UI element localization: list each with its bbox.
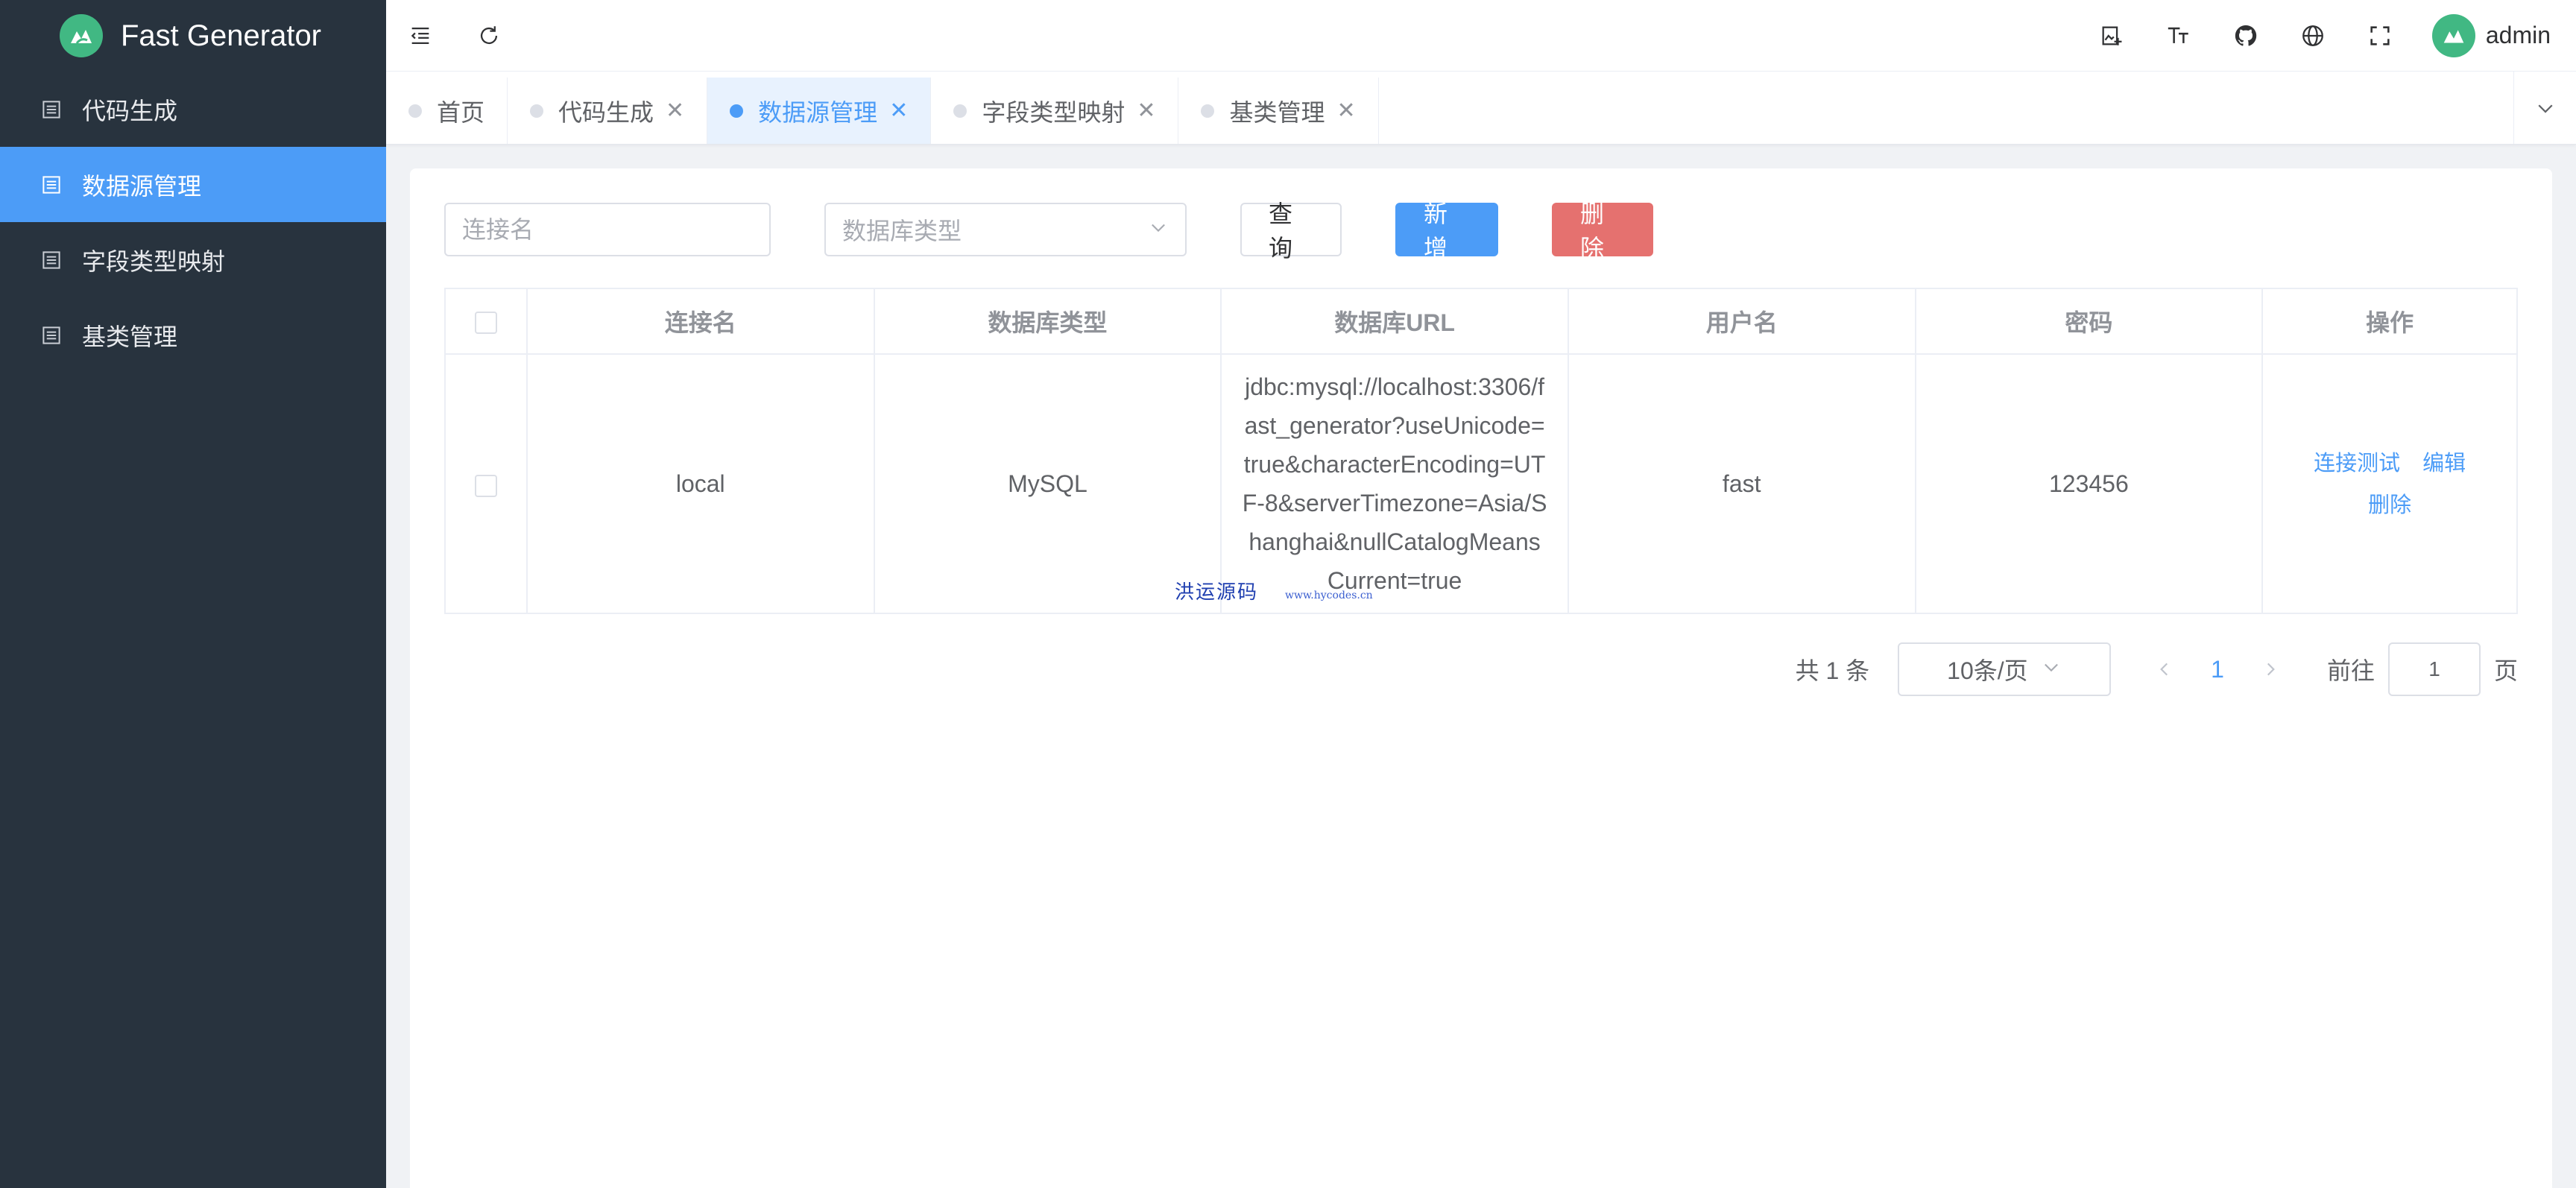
- query-button[interactable]: 查询: [1240, 200, 1342, 262]
- tab-field-type[interactable]: 字段类型映射 ✕: [931, 78, 1179, 144]
- password-cell: 123456: [1914, 353, 2264, 614]
- chevron-left-icon: [2160, 663, 2168, 676]
- tab-datasource[interactable]: 数据源管理 ✕: [707, 78, 932, 144]
- row-checkbox[interactable]: [474, 474, 497, 497]
- sidebar-item-codegen[interactable]: 代码生成: [0, 72, 386, 147]
- db-type-cell: MySQL: [873, 353, 1222, 614]
- pagination-total: 共 1 条: [1795, 657, 1870, 684]
- tab-dot: [408, 104, 422, 118]
- close-icon[interactable]: ✕: [889, 98, 908, 124]
- tab-codegen[interactable]: 代码生成 ✕: [508, 78, 708, 144]
- tab-label: 首页: [437, 98, 485, 126]
- column-header: 数据库URL: [1220, 288, 1569, 355]
- language-globe-icon[interactable]: [2298, 21, 2328, 51]
- edit-link[interactable]: 编辑: [2422, 452, 2466, 475]
- page-suffix: 页: [2493, 657, 2518, 684]
- tab-dot: [730, 104, 744, 118]
- sidebar-item-base-class[interactable]: 基类管理: [0, 297, 386, 373]
- table-header-row: 连接名 数据库类型 数据库URL 用户名 密码 操作: [444, 288, 2518, 355]
- db-type-placeholder: 数据库类型: [842, 218, 962, 244]
- tab-dot: [953, 104, 967, 118]
- image-edit-icon[interactable]: [2097, 21, 2127, 51]
- chevron-right-icon: [2267, 663, 2275, 676]
- username-cell: fast: [1567, 353, 1916, 614]
- chevron-down-icon: [2041, 656, 2062, 683]
- collapse-menu-icon[interactable]: [405, 21, 435, 51]
- test-connection-link[interactable]: 连接测试: [2314, 452, 2400, 475]
- column-header: 数据库类型: [873, 288, 1222, 355]
- goto-page-input[interactable]: [2387, 642, 2481, 696]
- sidebar-item-label: 基类管理: [82, 323, 178, 350]
- tab-dot: [1201, 104, 1215, 118]
- column-header: 用户名: [1567, 288, 1916, 355]
- chevron-down-icon: [2537, 104, 2553, 113]
- table-row: local MySQL jdbc:mysql://localhost:3306/…: [444, 353, 2518, 614]
- watermark: 洪运源码 www.hycodes.cn: [1175, 577, 1373, 604]
- conn-name-input[interactable]: [444, 203, 771, 256]
- add-button[interactable]: 新增: [1395, 200, 1498, 262]
- delete-link[interactable]: 删除: [2368, 493, 2411, 517]
- user-name: admin: [2485, 22, 2551, 48]
- top-header: admin: [386, 0, 2576, 72]
- github-icon[interactable]: [2231, 21, 2261, 51]
- tab-label: 字段类型映射: [982, 98, 1126, 126]
- sidebar: Fast Generator 代码生成 数据源管理 字段类型映射 基类管理: [0, 0, 386, 1188]
- next-page-button[interactable]: [2255, 654, 2285, 684]
- document-icon: [40, 174, 63, 196]
- close-icon[interactable]: ✕: [1337, 98, 1356, 124]
- page-number[interactable]: 1: [2211, 656, 2224, 683]
- watermark-cn: 洪运源码: [1175, 581, 1259, 604]
- prev-page-button[interactable]: [2150, 654, 2179, 684]
- tabs-bar: 首页 代码生成 ✕ 数据源管理 ✕ 字段类型映射 ✕ 基类管理 ✕: [386, 72, 2576, 145]
- search-toolbar: 数据库类型 查询 新增 删除: [444, 200, 1653, 262]
- sidebar-item-label: 数据源管理: [82, 172, 202, 200]
- column-header: 连接名: [525, 288, 875, 355]
- document-icon: [40, 249, 63, 271]
- goto-label: 前往: [2326, 657, 2375, 684]
- sidebar-item-datasource[interactable]: 数据源管理: [0, 147, 386, 222]
- tab-label: 数据源管理: [758, 98, 878, 126]
- pagination: 共 1 条 10条/页 1 前往 页: [1796, 642, 2518, 696]
- font-size-icon[interactable]: [2164, 21, 2194, 51]
- close-icon[interactable]: ✕: [1137, 98, 1155, 124]
- sidebar-item-label: 代码生成: [82, 97, 178, 124]
- page-size-value: 10条/页: [1947, 657, 2028, 684]
- watermark-en: www.hycodes.cn: [1285, 590, 1373, 601]
- tabs-more-button[interactable]: [2513, 72, 2576, 144]
- avatar: [2431, 13, 2475, 57]
- document-icon: [40, 98, 63, 121]
- document-icon: [40, 324, 63, 347]
- row-select-cell: [444, 353, 528, 614]
- select-all-cell: [444, 288, 528, 355]
- actions-cell: 连接测试 编辑 删除: [2261, 353, 2518, 614]
- tab-label: 基类管理: [1229, 98, 1325, 126]
- tab-base-class[interactable]: 基类管理 ✕: [1178, 78, 1379, 144]
- close-icon[interactable]: ✕: [666, 98, 684, 124]
- chevron-down-icon: [1148, 216, 1169, 244]
- tab-dot: [530, 104, 544, 118]
- brand[interactable]: Fast Generator: [0, 0, 386, 72]
- column-header: 密码: [1914, 288, 2264, 355]
- conn-name-cell: local: [525, 353, 875, 614]
- select-all-checkbox[interactable]: [474, 312, 497, 335]
- fullscreen-icon[interactable]: [2365, 21, 2395, 51]
- refresh-icon[interactable]: [474, 21, 504, 51]
- delete-button[interactable]: 删除: [1552, 200, 1653, 262]
- user-menu[interactable]: admin: [2431, 13, 2551, 57]
- app-logo-icon: [60, 14, 103, 57]
- tab-label: 代码生成: [558, 98, 654, 126]
- db-type-select[interactable]: 数据库类型: [824, 203, 1187, 256]
- sidebar-item-field-type[interactable]: 字段类型映射: [0, 222, 386, 297]
- column-header: 操作: [2261, 288, 2518, 355]
- db-url-cell: jdbc:mysql://localhost:3306/fast_generat…: [1220, 353, 1569, 614]
- app-title: Fast Generator: [121, 19, 322, 52]
- sidebar-item-label: 字段类型映射: [82, 247, 226, 275]
- main-card: 数据库类型 查询 新增 删除 连接名 数据库类型 数据库URL 用户名 密码 操…: [410, 168, 2552, 1188]
- tab-home[interactable]: 首页: [386, 78, 508, 144]
- datasource-table: 连接名 数据库类型 数据库URL 用户名 密码 操作 local MySQL j…: [444, 288, 2518, 614]
- page-size-select[interactable]: 10条/页: [1898, 642, 2112, 696]
